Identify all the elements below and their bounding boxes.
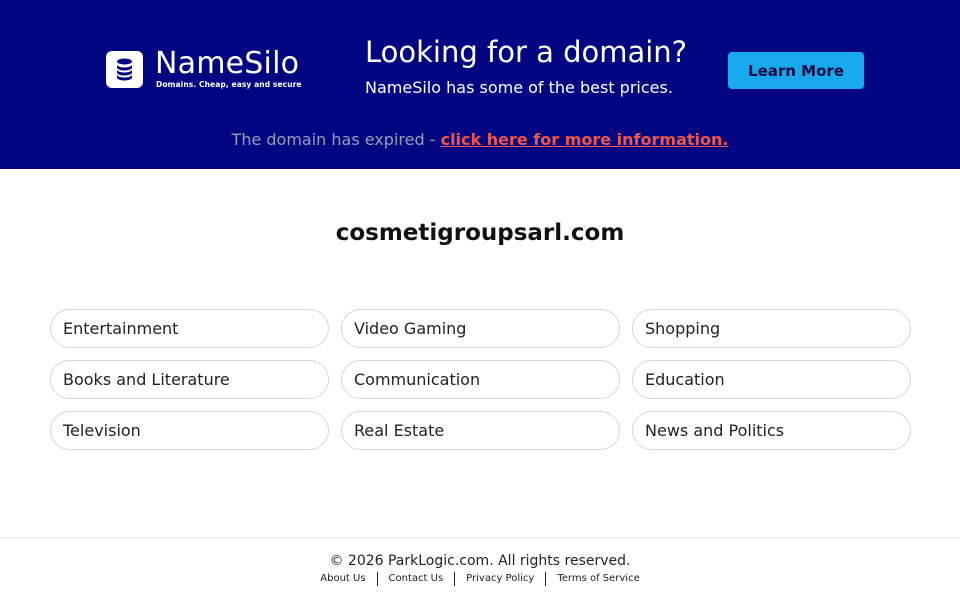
more-info-link[interactable]: click here for more information. <box>441 130 729 149</box>
topic-link[interactable]: Entertainment <box>50 309 329 348</box>
topic-link[interactable]: Books and Literature <box>50 360 329 399</box>
footer-link-terms-of-service[interactable]: Terms of Service <box>557 572 639 586</box>
promo-subtitle: NameSilo has some of the best prices. <box>365 78 673 97</box>
expired-text: The domain has expired - <box>231 130 441 149</box>
topic-link[interactable]: Communication <box>341 360 620 399</box>
namesilo-banner: NameSilo Domains. Cheap, easy and secure… <box>0 0 960 169</box>
footer-link-privacy-policy[interactable]: Privacy Policy <box>466 572 534 586</box>
promo-title: Looking for a domain? <box>365 35 688 69</box>
topic-link[interactable]: Television <box>50 411 329 450</box>
topic-link[interactable]: Shopping <box>632 309 911 348</box>
expired-notice: The domain has expired - click here for … <box>0 129 960 151</box>
footer-link-contact-us[interactable]: Contact Us <box>389 572 444 586</box>
learn-more-button[interactable]: Learn More <box>728 52 864 89</box>
namesilo-logo[interactable]: NameSilo Domains. Cheap, easy and secure <box>106 48 302 90</box>
copyright-text: © 2026 ParkLogic.com. All rights reserve… <box>329 553 631 569</box>
database-icon <box>106 51 143 88</box>
footer-link-about-us[interactable]: About Us <box>320 572 365 586</box>
page-footer: © 2026 ParkLogic.com. All rights reserve… <box>0 537 960 600</box>
logo-tagline: Domains. Cheap, easy and secure <box>156 80 302 89</box>
topic-link[interactable]: Video Gaming <box>341 309 620 348</box>
logo-name: NameSilo <box>155 46 300 81</box>
topic-link[interactable]: Education <box>632 360 911 399</box>
link-separator <box>454 572 456 586</box>
topic-link[interactable]: Real Estate <box>341 411 620 450</box>
link-separator <box>376 572 378 586</box>
topic-grid: Entertainment Video Gaming Shopping Book… <box>50 309 911 450</box>
link-separator <box>545 572 547 586</box>
footer-links: About Us Contact Us Privacy Policy Terms… <box>0 572 960 586</box>
domain-name-heading: cosmetigroupsarl.com <box>335 220 625 246</box>
topic-link[interactable]: News and Politics <box>632 411 911 450</box>
